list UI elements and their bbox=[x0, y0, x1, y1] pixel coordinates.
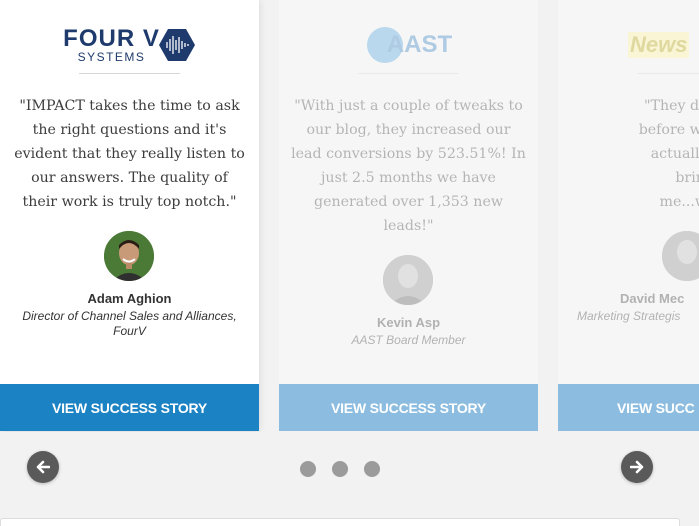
pagination-dot-3[interactable] bbox=[364, 461, 380, 477]
news-logo-text: News bbox=[628, 32, 690, 58]
fourv-shield-icon bbox=[158, 29, 195, 61]
next-slide-button[interactable] bbox=[621, 451, 653, 483]
arrow-left-icon bbox=[36, 460, 50, 474]
avatar-david bbox=[662, 231, 699, 281]
quote-line: before we finish bbox=[638, 122, 699, 138]
quote-line: bringing m bbox=[675, 170, 699, 186]
logo-divider bbox=[637, 73, 699, 74]
logo-divider bbox=[79, 73, 180, 74]
aast-logo-text: AAST bbox=[386, 31, 453, 58]
fourv-logo-sub-text: SYSTEMS bbox=[77, 49, 146, 64]
person-title: Director of Channel Sales and Alliances,… bbox=[22, 309, 237, 338]
quote-line: "They did a fan bbox=[643, 98, 699, 114]
pagination-dot-1[interactable] bbox=[300, 461, 316, 477]
testimonial-quote: "With just a couple of tweaks to our blo… bbox=[291, 98, 526, 234]
news-logo: News bbox=[558, 18, 699, 72]
prev-slide-button[interactable] bbox=[27, 451, 59, 483]
person-photo-icon bbox=[662, 231, 699, 281]
person-name: Adam Aghion bbox=[87, 291, 172, 306]
logo-divider bbox=[358, 73, 459, 74]
arrow-right-icon bbox=[630, 460, 644, 474]
aast-logo: AAST bbox=[279, 18, 538, 72]
content-box-below bbox=[0, 518, 680, 526]
quote-line: actually sold s bbox=[650, 146, 699, 162]
testimonial-quote: "They did a fan before we finish actuall… bbox=[558, 94, 699, 214]
testimonial-card-news: News "They did a fan before we finish ac… bbox=[558, 0, 699, 431]
testimonial-quote: "IMPACT takes the time to ask the right … bbox=[14, 98, 245, 210]
pagination-dot-2[interactable] bbox=[332, 461, 348, 477]
person-title: AAST Board Member bbox=[351, 333, 466, 347]
view-success-story-button[interactable]: VIEW SUCC bbox=[558, 384, 699, 431]
fourv-logo-main-text: FOUR V bbox=[63, 24, 160, 52]
carousel-pagination bbox=[300, 461, 380, 477]
card-content: AAST "With just a couple of tweaks to ou… bbox=[279, 0, 538, 384]
person-name: David Mec bbox=[620, 291, 685, 306]
fourv-logo: FOUR V SYSTEMS bbox=[0, 18, 259, 72]
fourv-logo-mark: FOUR V SYSTEMS bbox=[63, 26, 196, 64]
testimonial-carousel: FOUR V SYSTEMS "IMPACT takes the time to… bbox=[0, 0, 699, 432]
person-photo-icon bbox=[104, 231, 154, 281]
quote-line: me...which w bbox=[659, 194, 699, 210]
avatar-kevin bbox=[383, 255, 433, 305]
person-name: Kevin Asp bbox=[376, 315, 441, 330]
view-success-story-button[interactable]: VIEW SUCCESS STORY bbox=[0, 384, 259, 431]
card-content: News "They did a fan before we finish ac… bbox=[558, 0, 699, 384]
testimonial-card-aast: AAST "With just a couple of tweaks to ou… bbox=[279, 0, 538, 431]
avatar-adam bbox=[104, 231, 154, 281]
testimonial-card-fourv: FOUR V SYSTEMS "IMPACT takes the time to… bbox=[0, 0, 259, 431]
view-success-story-button[interactable]: VIEW SUCCESS STORY bbox=[279, 384, 538, 431]
person-photo-icon bbox=[383, 255, 433, 305]
person-title: Marketing Strategis bbox=[577, 309, 681, 323]
card-content: FOUR V SYSTEMS "IMPACT takes the time to… bbox=[0, 0, 259, 384]
